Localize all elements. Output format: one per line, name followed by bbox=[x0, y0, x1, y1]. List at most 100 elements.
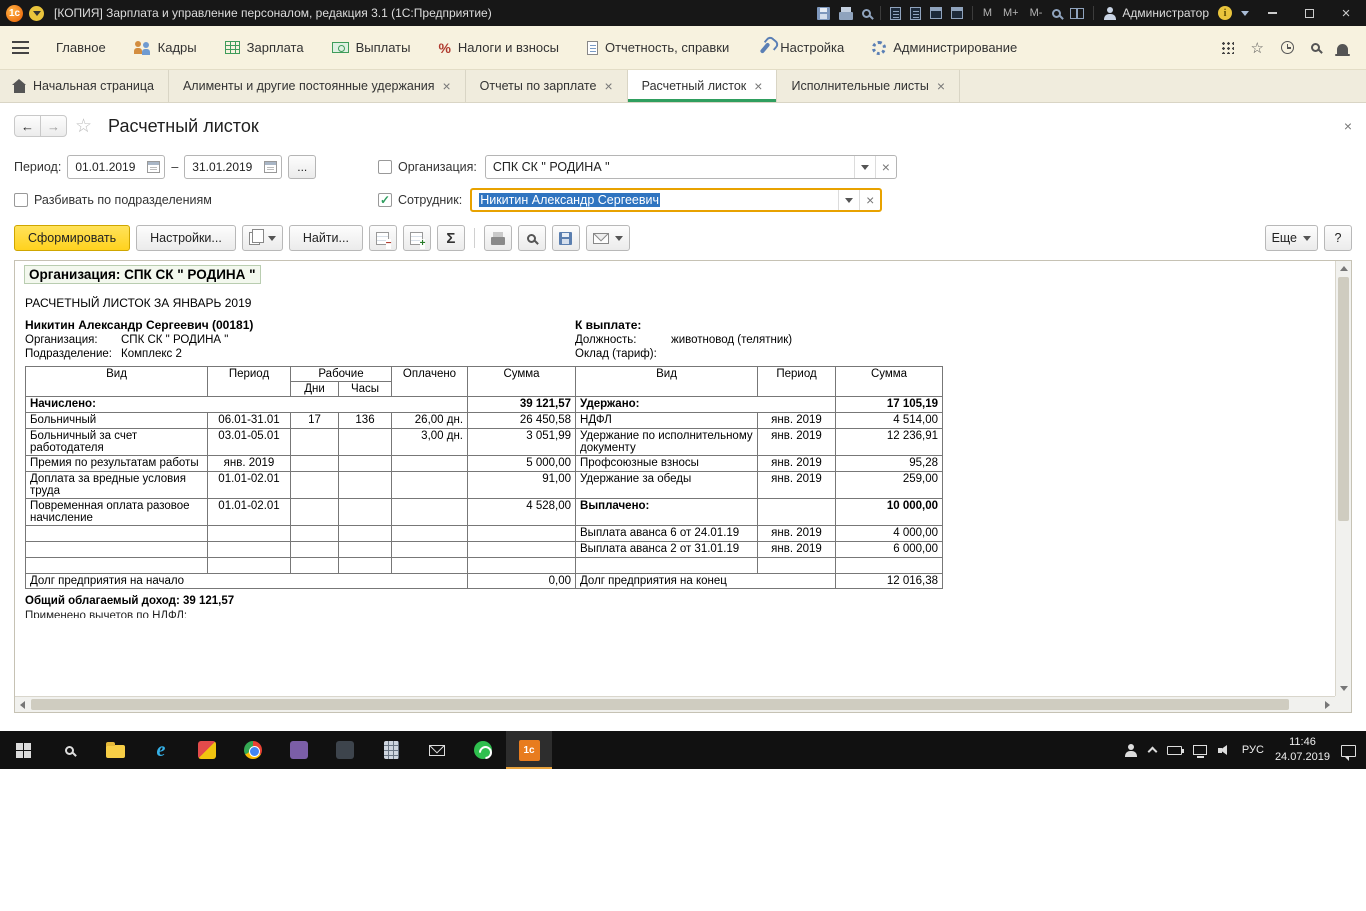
ribbon-item-nalogi[interactable]: Налоги и взносы bbox=[425, 33, 572, 63]
search-icon[interactable] bbox=[1311, 43, 1320, 52]
tab-close-icon[interactable] bbox=[754, 78, 762, 94]
print-preview-icon[interactable] bbox=[862, 9, 871, 18]
ribbon-item-main[interactable]: Главное bbox=[43, 33, 119, 62]
ribbon-item-otchetnost[interactable]: Отчетность, справки bbox=[574, 33, 742, 62]
period-more-button[interactable]: ... bbox=[288, 155, 316, 179]
ribbon-item-kadry[interactable]: Кадры bbox=[121, 33, 210, 62]
save-report-button[interactable] bbox=[552, 225, 580, 251]
horizontal-scroll-thumb[interactable] bbox=[31, 699, 1289, 710]
onec-app-button[interactable]: 1с bbox=[506, 731, 552, 769]
collapse-groups-button[interactable] bbox=[369, 225, 397, 251]
memory-mminus-button[interactable]: M- bbox=[1029, 7, 1044, 19]
notifications-bell-icon[interactable] bbox=[1337, 44, 1348, 54]
tab-ispolnitelnye-listy[interactable]: Исполнительные листы bbox=[777, 70, 960, 102]
settings-button[interactable]: Настройки... bbox=[136, 225, 236, 251]
history-icon[interactable] bbox=[1281, 41, 1294, 54]
memory-mplus-button[interactable]: M+ bbox=[1002, 7, 1020, 19]
scroll-down-button[interactable] bbox=[1336, 681, 1351, 696]
organization-checkbox[interactable] bbox=[378, 160, 392, 174]
favorites-icon[interactable] bbox=[1251, 39, 1264, 57]
whatsapp-button[interactable] bbox=[460, 731, 506, 769]
period-from-field[interactable]: 01.01.2019 bbox=[67, 155, 165, 179]
vertical-scroll-thumb[interactable] bbox=[1338, 277, 1349, 521]
split-window-icon[interactable] bbox=[1070, 8, 1084, 19]
start-button[interactable] bbox=[0, 731, 46, 769]
tab-home[interactable]: Начальная страница bbox=[0, 70, 169, 102]
organization-clear-button[interactable] bbox=[875, 156, 896, 178]
language-indicator[interactable]: РУС bbox=[1242, 744, 1264, 756]
taskbar-app-button[interactable] bbox=[276, 731, 322, 769]
taskbar-app-button[interactable] bbox=[322, 731, 368, 769]
employee-dropdown-button[interactable] bbox=[838, 190, 859, 210]
internet-explorer-button[interactable] bbox=[138, 731, 184, 769]
user-button[interactable]: Администратор bbox=[1103, 6, 1209, 20]
taskbar-app-button[interactable] bbox=[184, 731, 230, 769]
print-icon[interactable] bbox=[839, 12, 853, 20]
all-functions-icon[interactable] bbox=[1221, 41, 1234, 54]
autosum-button[interactable]: Σ bbox=[437, 225, 465, 251]
document-icon[interactable] bbox=[890, 7, 901, 20]
taskbar-search-button[interactable] bbox=[46, 731, 92, 769]
back-button[interactable] bbox=[14, 115, 41, 137]
chevron-down-icon[interactable] bbox=[1241, 11, 1249, 16]
scroll-left-button[interactable] bbox=[15, 697, 30, 712]
ribbon-item-vyplaty[interactable]: Выплаты bbox=[319, 33, 424, 62]
chrome-button[interactable] bbox=[230, 731, 276, 769]
ribbon-item-administrirovanie[interactable]: Администрирование bbox=[859, 33, 1030, 62]
volume-icon[interactable] bbox=[1218, 745, 1231, 756]
battery-icon[interactable] bbox=[1167, 746, 1182, 755]
scroll-up-button[interactable] bbox=[1336, 261, 1351, 276]
page-close-icon[interactable] bbox=[1344, 118, 1352, 134]
employee-checkbox[interactable] bbox=[378, 193, 392, 207]
tab-otchety-po-zarplate[interactable]: Отчеты по зарплате bbox=[466, 70, 628, 102]
report-variants-button[interactable] bbox=[242, 225, 283, 251]
employee-combo[interactable]: Никитин Александр Сергеевич bbox=[470, 188, 882, 212]
document-add-icon[interactable] bbox=[910, 7, 921, 20]
zoom-icon[interactable] bbox=[1052, 9, 1061, 18]
tab-alimenty[interactable]: Алименты и другие постоянные удержания bbox=[169, 70, 466, 102]
expand-groups-button[interactable] bbox=[403, 225, 431, 251]
organization-dropdown-button[interactable] bbox=[854, 156, 875, 178]
scroll-right-button[interactable] bbox=[1320, 697, 1335, 712]
clock[interactable]: 11:46 24.07.2019 bbox=[1275, 735, 1330, 765]
info-button[interactable] bbox=[1218, 6, 1232, 20]
forward-button[interactable] bbox=[40, 115, 67, 137]
horizontal-scrollbar[interactable] bbox=[15, 696, 1335, 712]
file-explorer-button[interactable] bbox=[92, 731, 138, 769]
people-tray-icon[interactable] bbox=[1124, 744, 1138, 757]
action-center-icon[interactable] bbox=[1341, 745, 1356, 757]
find-button[interactable]: Найти... bbox=[289, 225, 363, 251]
display-icon[interactable] bbox=[1193, 745, 1207, 755]
vertical-scrollbar[interactable] bbox=[1335, 261, 1351, 696]
save-icon[interactable] bbox=[817, 7, 830, 20]
mail-button[interactable] bbox=[414, 731, 460, 769]
tab-close-icon[interactable] bbox=[937, 78, 945, 94]
generate-button[interactable]: Сформировать bbox=[14, 225, 130, 251]
calendar-icon[interactable] bbox=[264, 161, 277, 173]
calculator-button[interactable] bbox=[368, 731, 414, 769]
print-button[interactable] bbox=[484, 225, 512, 251]
more-button[interactable]: Еще bbox=[1265, 225, 1318, 251]
calendar-icon[interactable] bbox=[147, 161, 160, 173]
minimize-button[interactable] bbox=[1258, 2, 1286, 24]
memory-m-button[interactable]: M bbox=[982, 7, 993, 19]
employee-clear-button[interactable] bbox=[859, 190, 880, 210]
maximize-button[interactable] bbox=[1295, 2, 1323, 24]
table-icon[interactable] bbox=[930, 7, 942, 19]
ribbon-item-zarplata[interactable]: Зарплата bbox=[212, 33, 317, 62]
send-mail-button[interactable] bbox=[586, 225, 630, 251]
period-to-field[interactable]: 31.01.2019 bbox=[184, 155, 282, 179]
tab-raschetny-listok[interactable]: Расчетный листок bbox=[628, 70, 778, 102]
calendar-icon[interactable] bbox=[951, 7, 963, 19]
ribbon-item-nastroyka[interactable]: Настройка bbox=[744, 33, 857, 62]
system-menu-button[interactable] bbox=[29, 6, 44, 21]
tab-close-icon[interactable] bbox=[442, 78, 450, 94]
hidden-icons-chevron[interactable] bbox=[1147, 747, 1157, 757]
help-button[interactable]: ? bbox=[1324, 225, 1352, 251]
hamburger-menu-icon[interactable] bbox=[12, 41, 29, 54]
organization-combo[interactable]: СПК СК " РОДИНА " bbox=[485, 155, 897, 179]
close-button[interactable] bbox=[1332, 2, 1360, 24]
favorite-star-icon[interactable] bbox=[75, 115, 92, 138]
tab-close-icon[interactable] bbox=[604, 78, 612, 94]
preview-button[interactable] bbox=[518, 225, 546, 251]
